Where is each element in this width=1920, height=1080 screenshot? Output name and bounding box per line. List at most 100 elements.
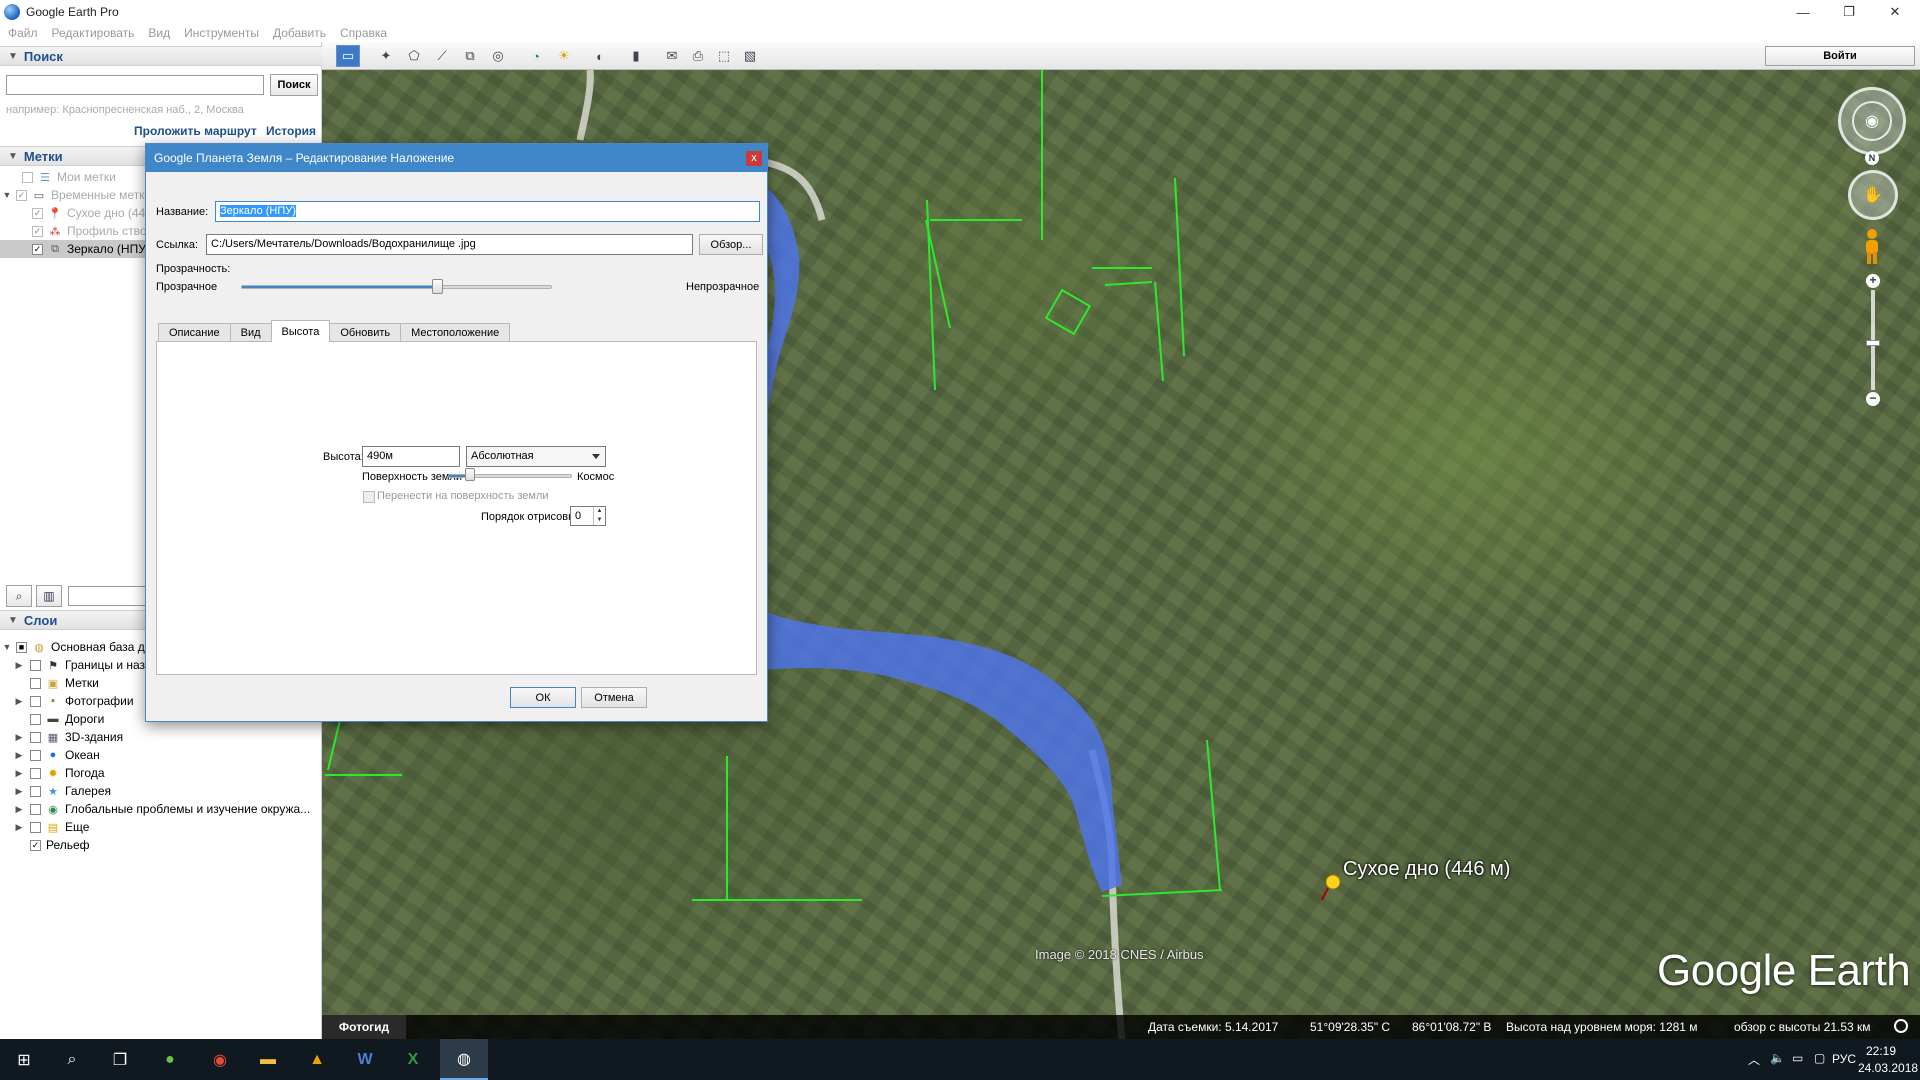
checkbox[interactable] (30, 713, 41, 725)
move-control[interactable]: ✋ (1848, 170, 1898, 220)
record-tour-button[interactable]: ◎ (486, 45, 510, 67)
historical-imagery-button[interactable]: ◔ (524, 45, 548, 67)
close-window-button[interactable]: ✕ (1872, 0, 1918, 24)
tour-guide-tab[interactable]: Фотогид (322, 1015, 406, 1039)
clamp-to-ground-checkbox[interactable] (363, 491, 375, 503)
toggle-panel-button[interactable]: ▥ (36, 585, 62, 607)
planets-button[interactable]: ◐ (588, 45, 612, 67)
utorrent-button[interactable]: ● (146, 1039, 194, 1080)
sunlight-button[interactable]: ☀ (552, 45, 576, 67)
print-button[interactable]: ⎙ (686, 45, 710, 67)
layer-item-terrain[interactable]: ✓ Рельеф (0, 836, 322, 854)
north-button[interactable]: N (1865, 151, 1879, 165)
network-icon[interactable]: ▭ (1792, 1051, 1803, 1065)
menu-add[interactable]: Добавить (273, 26, 326, 40)
search-input[interactable] (6, 75, 264, 95)
restore-button[interactable]: ❐ (1826, 0, 1872, 24)
add-placemark-button[interactable]: ✦ (374, 45, 398, 67)
language-indicator[interactable]: РУС (1832, 1052, 1856, 1066)
browse-button[interactable]: Обзор... (699, 234, 763, 255)
altitude-slider-thumb[interactable] (465, 468, 476, 481)
checkbox[interactable] (30, 731, 41, 743)
expand-arrow-icon[interactable]: ▶ (14, 660, 24, 671)
layer-item-weather[interactable]: ▶ ✹ Погода (0, 764, 322, 782)
checkbox[interactable] (30, 767, 41, 779)
app-warning-button[interactable]: ▲ (293, 1039, 341, 1080)
look-control[interactable]: ◉ (1838, 87, 1906, 155)
search-places-button[interactable]: ⌕ (6, 585, 32, 607)
altitude-input[interactable]: 490м (362, 446, 460, 467)
tab-refresh[interactable]: Обновить (329, 323, 402, 342)
layer-item-3d-buildings[interactable]: ▶ ▦ 3D-здания (0, 728, 322, 746)
route-link[interactable]: Проложить маршрут (134, 124, 257, 138)
checkbox[interactable]: ✓ (32, 225, 43, 237)
menu-view[interactable]: Вид (148, 26, 170, 40)
task-view-button[interactable]: ❐ (96, 1039, 144, 1080)
tray-chevron-icon[interactable]: ︿ (1748, 1051, 1760, 1068)
expand-arrow-icon[interactable]: ▶ (14, 732, 24, 743)
spinner-arrows-icon[interactable]: ▲ ▼ (593, 507, 605, 525)
ok-button[interactable]: ОК (510, 687, 576, 708)
zoom-slider-thumb[interactable] (1866, 340, 1880, 346)
checkbox[interactable] (30, 695, 41, 707)
expand-arrow-icon[interactable]: ▶ (14, 768, 24, 779)
search-section-header[interactable]: ▼ Поиск (0, 46, 322, 66)
minimize-button[interactable]: — (1780, 0, 1826, 24)
draw-order-spinner[interactable]: 0 ▲ ▼ (570, 506, 606, 526)
dialog-title-bar[interactable]: Google Планета Земля – Редактирование На… (146, 144, 767, 172)
cancel-button[interactable]: Отмена (581, 687, 647, 708)
expand-arrow-icon[interactable]: ▼ (2, 642, 12, 652)
name-input[interactable]: Зеркало (НПУ) (215, 201, 760, 222)
add-overlay-button[interactable]: ⧉ (458, 45, 482, 67)
placemark-label[interactable]: Сухое дно (446 м) (1343, 858, 1510, 881)
zoom-out-button[interactable]: − (1866, 392, 1880, 406)
sidebar-toggle-button[interactable]: ▭ (336, 45, 360, 67)
checkbox[interactable] (30, 659, 41, 671)
zoom-in-button[interactable]: + (1866, 274, 1880, 288)
google-earth-task-button[interactable]: ◍ (440, 1039, 488, 1080)
map-maker-button[interactable]: ▧ (738, 45, 762, 67)
start-button[interactable]: ⊞ (0, 1039, 48, 1080)
expand-arrow-icon[interactable]: ▼ (2, 190, 12, 200)
link-input[interactable]: C:/Users/Мечтатель/Downloads/Водохранили… (206, 234, 693, 255)
explorer-button[interactable]: ▬ (244, 1039, 292, 1080)
checkbox[interactable] (30, 821, 41, 833)
add-path-button[interactable]: ⟋ (430, 45, 454, 67)
expand-arrow-icon[interactable]: ▶ (14, 750, 24, 761)
checkbox[interactable]: ■ (16, 641, 27, 653)
checkbox[interactable]: ✓ (32, 207, 43, 219)
checkbox[interactable] (30, 677, 41, 689)
menu-file[interactable]: Файл (8, 26, 38, 40)
checkbox[interactable] (30, 749, 41, 761)
layer-item-gallery[interactable]: ▶ ★ Галерея (0, 782, 322, 800)
excel-button[interactable]: X (389, 1039, 437, 1080)
expand-arrow-icon[interactable]: ▶ (14, 822, 24, 833)
volume-icon[interactable]: 🔈 (1770, 1051, 1785, 1065)
tab-altitude[interactable]: Высота (270, 320, 331, 342)
layer-item-ocean[interactable]: ▶ ● Океан (0, 746, 322, 764)
opacity-slider-thumb[interactable] (431, 279, 443, 294)
checkbox[interactable]: ✓ (32, 243, 43, 255)
layer-item-global-awareness[interactable]: ▶ ◉ Глобальные проблемы и изучение окруж… (0, 800, 322, 818)
history-link[interactable]: История (266, 124, 316, 138)
opacity-slider[interactable] (241, 285, 552, 289)
street-view-pegman-icon[interactable] (1862, 228, 1882, 266)
add-polygon-button[interactable]: ⬠ (402, 45, 426, 67)
menu-edit[interactable]: Редактировать (52, 26, 135, 40)
expand-arrow-icon[interactable]: ▶ (14, 786, 24, 797)
menu-help[interactable]: Справка (340, 26, 387, 40)
checkbox[interactable] (30, 785, 41, 797)
word-button[interactable]: W (341, 1039, 389, 1080)
tab-view[interactable]: Вид (229, 323, 272, 342)
chrome-button[interactable]: ◉ (196, 1039, 244, 1080)
save-image-button[interactable]: ⬚ (712, 45, 736, 67)
ruler-button[interactable]: ▮ (624, 45, 648, 67)
checkbox[interactable]: ✓ (16, 189, 27, 201)
clock-date[interactable]: 24.03.2018 (1858, 1061, 1918, 1075)
clock-time[interactable]: 22:19 (1866, 1044, 1896, 1058)
tab-description[interactable]: Описание (158, 323, 231, 342)
expand-arrow-icon[interactable]: ▶ (14, 696, 24, 707)
checkbox[interactable]: ✓ (30, 839, 41, 851)
login-button[interactable]: Войти (1765, 46, 1915, 66)
tab-location[interactable]: Местоположение (400, 323, 511, 342)
